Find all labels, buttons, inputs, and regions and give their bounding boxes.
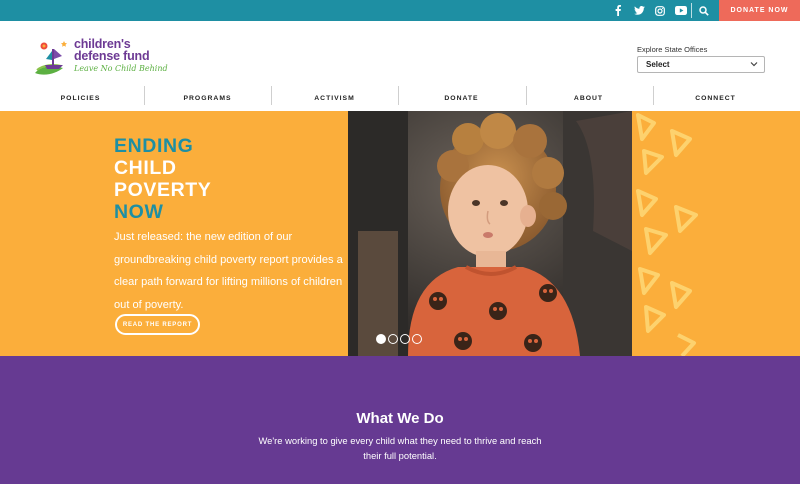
topbar-divider — [691, 3, 692, 18]
logo-text-line2: defense fund — [74, 49, 150, 63]
hero-decorative-pattern — [632, 111, 800, 356]
read-the-report-button[interactable]: READ THE REPORT — [115, 314, 200, 335]
nav-divider — [271, 86, 272, 105]
state-offices-select[interactable]: Select — [637, 56, 765, 73]
hero-title: ENDING CHILD POVERTY NOW — [114, 135, 211, 223]
logo-mark-icon — [35, 41, 67, 75]
nav-item-policies[interactable]: POLICIES — [17, 86, 144, 111]
instagram-icon[interactable] — [651, 0, 669, 21]
nav-divider — [144, 86, 145, 105]
nav-divider — [526, 86, 527, 105]
nav-item-donate[interactable]: DONATE — [398, 86, 525, 111]
nav-item-programs[interactable]: PROGRAMS — [144, 86, 271, 111]
what-we-do-title: What We Do — [356, 410, 444, 427]
what-we-do-section: What We Do We're working to give every c… — [0, 356, 800, 484]
twitter-icon[interactable] — [630, 0, 648, 21]
chevron-down-icon — [750, 60, 758, 70]
what-we-do-text: We're working to give every child what t… — [258, 435, 542, 461]
carousel-dot[interactable] — [412, 334, 422, 344]
nav-item-about[interactable]: ABOUT — [525, 86, 652, 111]
hero-title-line: ENDING — [114, 135, 194, 157]
nav-item-activism[interactable]: ACTIVISM — [271, 86, 398, 111]
facebook-icon[interactable] — [610, 0, 626, 21]
logo-tagline: Leave No Child Behind — [74, 64, 168, 73]
main-nav: POLICIES PROGRAMS ACTIVISM DONATE ABOUT … — [0, 86, 800, 111]
explore-state-offices-label: Explore State Offices — [637, 45, 708, 54]
logo[interactable]: children's defense fund Leave No Child B… — [33, 35, 173, 77]
nav-divider — [653, 86, 654, 105]
carousel-dot[interactable] — [388, 334, 398, 344]
hero-photo-child — [348, 111, 632, 356]
hero-title-line: CHILD — [114, 157, 177, 179]
youtube-icon[interactable] — [672, 0, 690, 21]
state-select-value: Select — [646, 60, 670, 69]
hero-banner: ENDING CHILD POVERTY NOW Just released: … — [0, 111, 800, 356]
hero-title-line: NOW — [114, 201, 164, 223]
nav-divider — [398, 86, 399, 105]
nav-item-connect[interactable]: CONNECT — [652, 86, 779, 111]
search-icon[interactable] — [696, 0, 712, 21]
carousel-dot[interactable] — [376, 334, 386, 344]
hero-title-line: POVERTY — [114, 179, 212, 201]
donate-now-button[interactable]: DONATE NOW — [719, 0, 800, 21]
hero-description: Just released: the new edition of our gr… — [114, 231, 343, 311]
carousel-dot[interactable] — [400, 334, 410, 344]
carousel-dots — [376, 334, 422, 344]
